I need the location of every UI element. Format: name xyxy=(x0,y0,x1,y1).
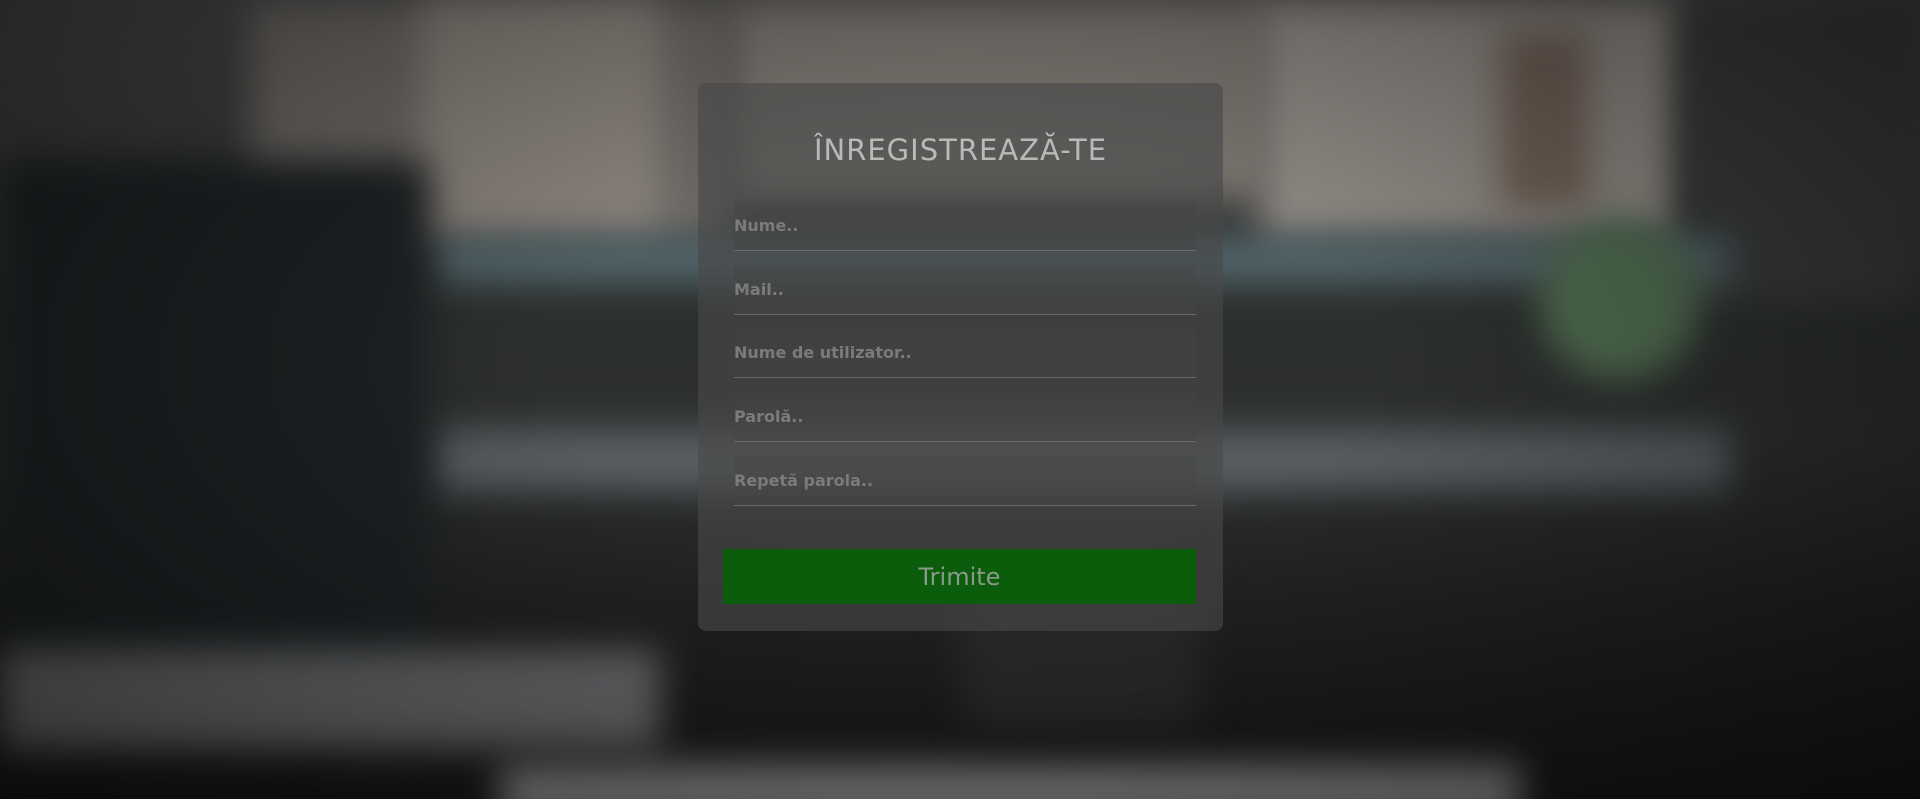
form-title: ÎNREGISTREAZĂ-TE xyxy=(813,133,1108,167)
username-field[interactable] xyxy=(734,328,1196,378)
name-field[interactable] xyxy=(734,201,1196,251)
mail-field[interactable] xyxy=(734,265,1196,315)
repeat-password-field[interactable] xyxy=(734,456,1196,506)
password-field[interactable] xyxy=(734,392,1196,442)
registration-card: ÎNREGISTREAZĂ-TE Trimite xyxy=(698,83,1223,631)
submit-button[interactable]: Trimite xyxy=(723,549,1196,604)
